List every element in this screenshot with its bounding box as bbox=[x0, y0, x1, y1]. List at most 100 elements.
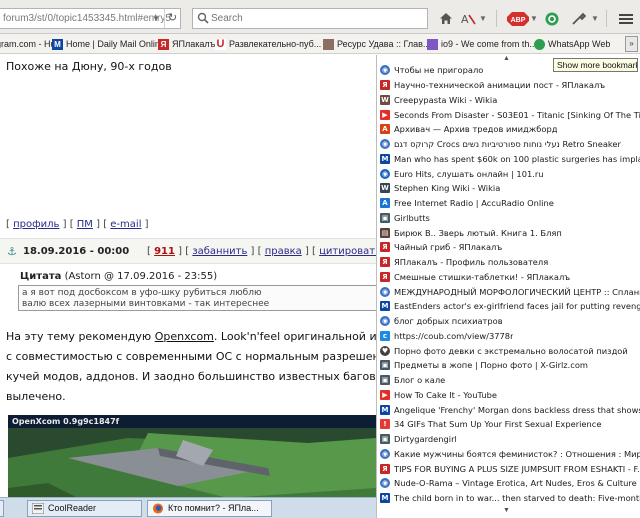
bookmark-menu-item[interactable]: ◉ קרוקס דגם Crocs נעלי נוחות ספורטיביות נ… bbox=[377, 137, 640, 152]
bookmark-menu-item[interactable]: ▶ Seconds From Disaster - S03E01 - Titani… bbox=[377, 107, 640, 122]
bookmark-menu-item[interactable]: ◉ МЕЖДУНАРОДНЫЙ МОРФОЛОГИЧЕСКИЙ ЦЕНТР :: … bbox=[377, 284, 640, 299]
bookmarks-menu-list: ◉ Чтобы не пригорало Я Научно-технической а… bbox=[377, 63, 640, 506]
anchor-icon[interactable]: ⚓ bbox=[7, 245, 17, 258]
globe-icon: ◉ bbox=[380, 139, 390, 150]
bookmark-menu-item[interactable]: ♥ Порно фото девки с экстремально волосат… bbox=[377, 343, 640, 358]
page-content: Похоже на Дюну, 90-х годов [ профиль ] [… bbox=[0, 55, 376, 497]
url-bar[interactable]: forum3/st/0/topic1453345.html#entry5 ▼ ↻ bbox=[0, 8, 181, 29]
pm-link[interactable]: ПМ bbox=[77, 219, 93, 230]
bookmark-menu-item[interactable]: W Creepypasta Wiki - Wikia bbox=[377, 93, 640, 108]
edit-link[interactable]: правка bbox=[265, 246, 302, 257]
bookmark-menu-item[interactable]: ◉ Euro Hits, слушать онлайн | 101.ru bbox=[377, 166, 640, 181]
bookmark-item[interactable]: io9 - We come from th... bbox=[427, 36, 537, 52]
dailymail-icon: M bbox=[380, 301, 390, 312]
taskbar-button[interactable]: Кто помнит? - ЯПла... bbox=[147, 500, 272, 517]
image-icon: ▣ bbox=[380, 375, 390, 386]
bookmark-menu-item[interactable]: ◉ Nude-O-Rama – Vintage Erotica, Art Nude… bbox=[377, 476, 640, 491]
bookmark-menu-label: Girlbutts bbox=[394, 212, 430, 223]
bookmark-menu-label: Angelique 'Frenchy' Morgan dons backless… bbox=[394, 404, 640, 415]
dailymail-icon: M bbox=[52, 38, 63, 50]
bookmark-menu-item[interactable]: ! 34 GIFs That Sum Up Your First Sexual E… bbox=[377, 417, 640, 432]
email-link[interactable]: e-mail bbox=[110, 219, 141, 230]
scroll-down-icon[interactable]: ▼ bbox=[503, 507, 510, 514]
quote-link[interactable]: цитировать bbox=[319, 246, 376, 257]
bookmark-menu-label: EastEnders actor's ex-girlfriend faces j… bbox=[394, 301, 640, 312]
search-bar[interactable] bbox=[192, 8, 428, 29]
bookmark-menu-item[interactable]: c https://coub.com/view/3778r bbox=[377, 329, 640, 344]
bookmark-menu-item[interactable]: Я TIPS FOR BUYING A PLUS SIZE JUMPSUIT FR… bbox=[377, 461, 640, 476]
bookmark-menu-item[interactable]: ▤ Бирюк В.. Зверь лютый. Книга 1. Бляп bbox=[377, 225, 640, 240]
bookmark-menu-item[interactable]: ▣ Блог о кале bbox=[377, 373, 640, 388]
home-icon[interactable] bbox=[436, 8, 456, 29]
bookmark-menu-item[interactable]: ▣ Girlbutts bbox=[377, 211, 640, 226]
svg-text:A: A bbox=[461, 13, 469, 26]
bookmark-menu-label: TIPS FOR BUYING A PLUS SIZE JUMPSUIT FRO… bbox=[394, 463, 640, 474]
bookmark-menu-item[interactable]: Я ЯПлакалъ - Профиль пользователя bbox=[377, 255, 640, 270]
bookmark-menu-item[interactable]: Я Научно-технической анимации пост - ЯПла… bbox=[377, 78, 640, 93]
post-paragraph: На эту тему рекомендую Openxcom. Look'n'… bbox=[6, 327, 376, 407]
wikia-icon: W bbox=[380, 183, 390, 194]
bookmark-menu-label: Dirtygardengirl bbox=[394, 434, 457, 445]
bookmark-menu-label: ЯПлакалъ - Профиль пользователя bbox=[394, 257, 549, 268]
taskbar-button[interactable] bbox=[0, 500, 4, 517]
ban-link[interactable]: забаннить bbox=[192, 246, 247, 257]
translate-icon[interactable]: A bbox=[458, 8, 478, 29]
post-number-link[interactable]: 911 bbox=[154, 246, 175, 257]
profile-link[interactable]: профиль bbox=[13, 219, 59, 230]
reload-icon[interactable]: ↻ bbox=[164, 9, 180, 28]
bookmark-menu-item[interactable]: Я Смешные стишки-таблетки! - ЯПлакалъ bbox=[377, 270, 640, 285]
bookmark-menu-label: How To Cake It - YouTube bbox=[394, 389, 497, 400]
archive-icon: A bbox=[380, 124, 390, 135]
bookmark-menu-label: Man who has spent $60k on 100 plastic su… bbox=[394, 153, 640, 164]
quote-line: а я вот под досбоксом в уфо-шку рубиться… bbox=[22, 288, 262, 298]
taskbar-label: Кто помнит? - ЯПла... bbox=[168, 503, 259, 513]
bookmark-menu-label: Какие мужчины боятся феминисток? : Отнош… bbox=[394, 448, 640, 459]
taskbar-button[interactable]: CoolReader bbox=[27, 500, 142, 517]
navigation-toolbar: forum3/st/0/topic1453345.html#entry5 ▼ ↻… bbox=[0, 0, 640, 34]
bookmark-item[interactable]: M Home | Daily Mail Online bbox=[52, 36, 165, 52]
yap-icon: Я bbox=[380, 257, 390, 268]
heart-icon: ♥ bbox=[380, 345, 390, 356]
more-bookmarks-button[interactable]: » bbox=[625, 36, 638, 52]
bookmark-menu-item[interactable]: Я Чайный гриб - ЯПлакалъ bbox=[377, 240, 640, 255]
bookmark-item[interactable]: Я ЯПлакалъ bbox=[158, 36, 215, 52]
bookmark-menu-label: https://coub.com/view/3778r bbox=[394, 330, 514, 341]
tools-dropdown-icon[interactable]: ▼ bbox=[589, 8, 601, 29]
bookmark-menu-item[interactable]: M EastEnders actor's ex-girlfriend faces … bbox=[377, 299, 640, 314]
bookmark-menu-label: Предметы в жопе | Порно фото | X-Girlz.c… bbox=[394, 360, 589, 371]
search-icon bbox=[197, 12, 209, 24]
bookmark-menu-item[interactable]: ◉ блог добрых психиатров bbox=[377, 314, 640, 329]
user-links: [ профиль ] [ ПМ ] [ e-mail ] bbox=[6, 219, 149, 230]
bookmark-menu-label: Чтобы не пригорало bbox=[394, 65, 484, 76]
accuradio-icon: A bbox=[380, 198, 390, 209]
yap-icon: Я bbox=[158, 38, 169, 50]
bookmark-menu-label: Seconds From Disaster - S03E01 - Titanic… bbox=[394, 109, 640, 120]
firefox-icon bbox=[152, 503, 164, 514]
bookmark-menu-item[interactable]: ▣ Предметы в жопе | Порно фото | X-Girlz.… bbox=[377, 358, 640, 373]
menu-icon[interactable] bbox=[616, 8, 636, 29]
bookmark-item[interactable]: U Развлекательно-пуб... bbox=[215, 36, 321, 52]
search-input[interactable] bbox=[211, 11, 421, 26]
bookmark-item[interactable]: Ресурс Удава :: Глав... bbox=[323, 36, 430, 52]
adblock-dropdown-icon[interactable]: ▼ bbox=[528, 8, 540, 29]
game-screenshot: OpenXcom 0.9g9c1847f bbox=[8, 415, 376, 497]
bookmark-menu-item[interactable]: M Man who has spent $60k on 100 plastic s… bbox=[377, 152, 640, 167]
bookmark-item[interactable]: WhatsApp Web bbox=[534, 36, 610, 52]
scroll-up-icon[interactable]: ▲ bbox=[503, 55, 510, 62]
dailymail-icon: M bbox=[380, 493, 390, 504]
adblock-icon[interactable]: ABP bbox=[506, 8, 530, 29]
bookmark-menu-item[interactable]: ◉ Какие мужчины боятся феминисток? : Отно… bbox=[377, 447, 640, 462]
tools-icon[interactable] bbox=[568, 8, 588, 29]
bookmark-menu-item[interactable]: ▶ How To Cake It - YouTube bbox=[377, 388, 640, 403]
openxcom-link[interactable]: Openxcom bbox=[155, 330, 214, 343]
translate-dropdown-icon[interactable]: ▼ bbox=[477, 8, 489, 29]
bookmark-menu-item[interactable]: A Архивач — Архив тредов имиджборд bbox=[377, 122, 640, 137]
url-dropdown-icon[interactable]: ▼ bbox=[149, 9, 163, 28]
bookmark-menu-item[interactable]: W Stephen King Wiki - Wikia bbox=[377, 181, 640, 196]
bookmark-menu-item[interactable]: M Angelique 'Frenchy' Morgan dons backles… bbox=[377, 402, 640, 417]
bookmark-menu-item[interactable]: A Free Internet Radio | AccuRadio Online bbox=[377, 196, 640, 211]
extension-green-icon[interactable] bbox=[542, 8, 562, 29]
whatsapp-icon bbox=[534, 38, 545, 50]
bookmark-menu-item[interactable]: ▣ Dirtygardengirl bbox=[377, 432, 640, 447]
bookmark-menu-item[interactable]: M The child born in to war... then starve… bbox=[377, 491, 640, 506]
